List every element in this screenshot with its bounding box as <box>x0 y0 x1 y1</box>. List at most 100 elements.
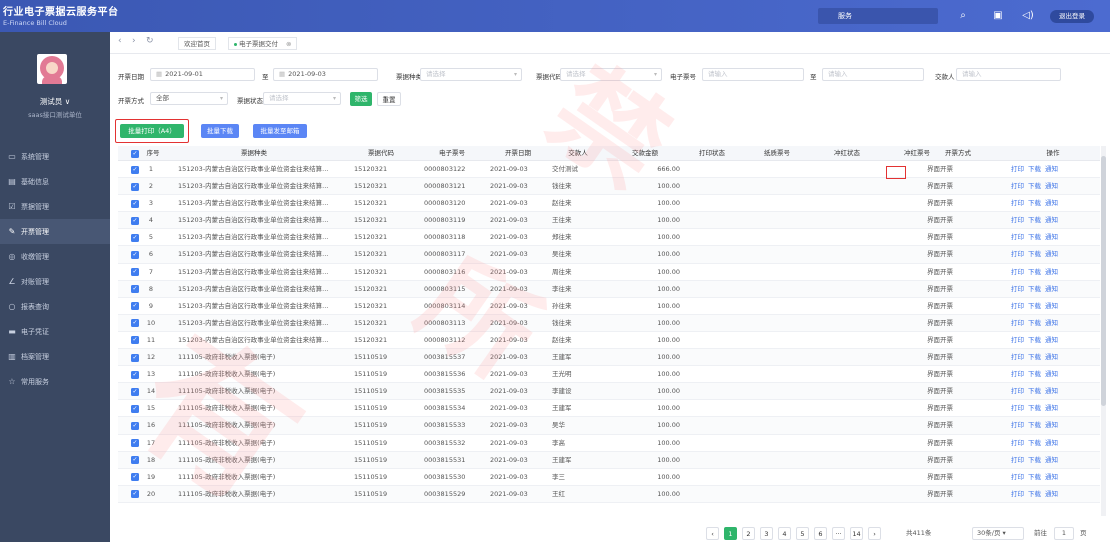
download-link[interactable]: 下载 <box>1028 268 1041 276</box>
sidebar-item-1[interactable]: ▤ 基础信息 <box>0 169 110 194</box>
print-link[interactable]: 打印 <box>1011 439 1024 447</box>
service-button[interactable]: 服务 <box>818 8 938 24</box>
batch-download-button[interactable]: 批量下载 <box>201 124 239 138</box>
notify-link[interactable]: 通知 <box>1045 353 1058 361</box>
download-link[interactable]: 下载 <box>1028 353 1041 361</box>
row-checkbox[interactable]: ✓ <box>131 268 139 277</box>
row-checkbox[interactable]: ✓ <box>131 473 139 482</box>
row-checkbox[interactable]: ✓ <box>131 404 139 413</box>
download-link[interactable]: 下载 <box>1028 370 1041 378</box>
notify-link[interactable]: 通知 <box>1045 285 1058 293</box>
download-link[interactable]: 下载 <box>1028 404 1041 412</box>
download-link[interactable]: 下载 <box>1028 473 1041 481</box>
download-link[interactable]: 下载 <box>1028 199 1041 207</box>
close-icon[interactable]: ⊗ <box>286 40 291 48</box>
row-checkbox[interactable]: ✓ <box>131 285 139 294</box>
print-link[interactable]: 打印 <box>1011 336 1024 344</box>
download-link[interactable]: 下载 <box>1028 216 1041 224</box>
download-link[interactable]: 下载 <box>1028 421 1041 429</box>
row-checkbox[interactable]: ✓ <box>131 387 139 396</box>
tab-home[interactable]: 欢迎首页 <box>178 37 216 50</box>
row-checkbox[interactable]: ✓ <box>131 319 139 328</box>
filter-button[interactable]: 筛选 <box>350 92 372 106</box>
row-checkbox[interactable]: ✓ <box>131 336 139 345</box>
notify-link[interactable]: 通知 <box>1045 165 1058 173</box>
download-link[interactable]: 下载 <box>1028 302 1041 310</box>
row-checkbox[interactable]: ✓ <box>131 165 139 174</box>
goto-input[interactable]: 1 <box>1054 527 1074 540</box>
row-checkbox[interactable]: ✓ <box>131 370 139 379</box>
row-checkbox[interactable]: ✓ <box>131 302 139 311</box>
bill-no-to-input[interactable]: 请输入 <box>822 68 924 81</box>
sidebar-item-3[interactable]: ✎ 开票管理 <box>0 219 110 244</box>
print-link[interactable]: 打印 <box>1011 250 1024 258</box>
notify-link[interactable]: 通知 <box>1045 302 1058 310</box>
avatar[interactable] <box>37 54 67 84</box>
download-link[interactable]: 下载 <box>1028 490 1041 498</box>
download-link[interactable]: 下载 <box>1028 285 1041 293</box>
download-link[interactable]: 下载 <box>1028 387 1041 395</box>
print-link[interactable]: 打印 <box>1011 302 1024 310</box>
row-checkbox[interactable]: ✓ <box>131 490 139 499</box>
select-all-checkbox[interactable]: ✓ <box>131 149 139 158</box>
page-button[interactable]: 5 <box>796 527 809 540</box>
scrollbar-thumb[interactable] <box>1101 156 1106 406</box>
notify-link[interactable]: 通知 <box>1045 250 1058 258</box>
notify-link[interactable]: 通知 <box>1045 490 1058 498</box>
sidebar-item-8[interactable]: ▥ 档案管理 <box>0 344 110 369</box>
row-checkbox[interactable]: ✓ <box>131 216 139 225</box>
page-button[interactable]: 6 <box>814 527 827 540</box>
user-name[interactable]: 测试员 ∨ <box>0 96 110 107</box>
per-page-select[interactable]: 30条/页 ▾ <box>972 527 1024 540</box>
print-link[interactable]: 打印 <box>1011 216 1024 224</box>
row-checkbox[interactable]: ✓ <box>131 182 139 191</box>
print-link[interactable]: 打印 <box>1011 473 1024 481</box>
print-link[interactable]: 打印 <box>1011 199 1024 207</box>
payer-input[interactable]: 请输入 <box>956 68 1061 81</box>
notify-link[interactable]: 通知 <box>1045 182 1058 190</box>
batch-print-button[interactable]: 批量打印（A4） <box>120 124 184 138</box>
refresh-icon[interactable]: ↻ <box>146 36 154 46</box>
download-link[interactable]: 下载 <box>1028 439 1041 447</box>
page-button[interactable]: 14 <box>850 527 863 540</box>
print-link[interactable]: 打印 <box>1011 404 1024 412</box>
row-checkbox[interactable]: ✓ <box>131 421 139 430</box>
download-link[interactable]: 下载 <box>1028 336 1041 344</box>
notify-link[interactable]: 通知 <box>1045 370 1058 378</box>
sidebar-item-0[interactable]: ▭ 系统管理 <box>0 144 110 169</box>
row-checkbox[interactable]: ✓ <box>131 353 139 362</box>
row-checkbox[interactable]: ✓ <box>131 199 139 208</box>
print-link[interactable]: 打印 <box>1011 421 1024 429</box>
sidebar-item-2[interactable]: ☑ 票据管理 <box>0 194 110 219</box>
download-link[interactable]: 下载 <box>1028 250 1041 258</box>
next-page-button[interactable]: › <box>868 527 881 540</box>
row-checkbox[interactable]: ✓ <box>131 233 139 242</box>
tab-current[interactable]: 电子票据交付 ⊗ <box>228 37 298 50</box>
calendar-icon[interactable]: ▣ <box>990 8 1006 24</box>
page-button[interactable]: 2 <box>742 527 755 540</box>
sound-icon[interactable]: ◁) <box>1020 8 1036 24</box>
print-link[interactable]: 打印 <box>1011 285 1024 293</box>
notify-link[interactable]: 通知 <box>1045 404 1058 412</box>
sidebar-item-5[interactable]: ∠ 对账管理 <box>0 269 110 294</box>
page-button[interactable]: 4 <box>778 527 791 540</box>
print-link[interactable]: 打印 <box>1011 319 1024 327</box>
bill-no-from-input[interactable]: 请输入 <box>702 68 804 81</box>
back-icon[interactable]: ‹ <box>118 36 122 46</box>
sidebar-item-9[interactable]: ☆ 常用服务 <box>0 369 110 394</box>
print-link[interactable]: 打印 <box>1011 182 1024 190</box>
bill-code-select[interactable]: 请选择 ▾ <box>560 68 662 81</box>
scrollbar[interactable] <box>1101 146 1106 516</box>
download-link[interactable]: 下载 <box>1028 233 1041 241</box>
date-from-input[interactable]: ▦ 2021-09-01 <box>150 68 255 81</box>
batch-email-button[interactable]: 批量发至邮箱 <box>253 124 307 138</box>
date-to-input[interactable]: ▦ 2021-09-03 <box>273 68 378 81</box>
search-icon[interactable]: ⌕ <box>955 8 971 24</box>
notify-link[interactable]: 通知 <box>1045 268 1058 276</box>
prev-page-button[interactable]: ‹ <box>706 527 719 540</box>
notify-link[interactable]: 通知 <box>1045 473 1058 481</box>
print-link[interactable]: 打印 <box>1011 165 1024 173</box>
notify-link[interactable]: 通知 <box>1045 319 1058 327</box>
row-checkbox[interactable]: ✓ <box>131 439 139 447</box>
print-link[interactable]: 打印 <box>1011 353 1024 361</box>
